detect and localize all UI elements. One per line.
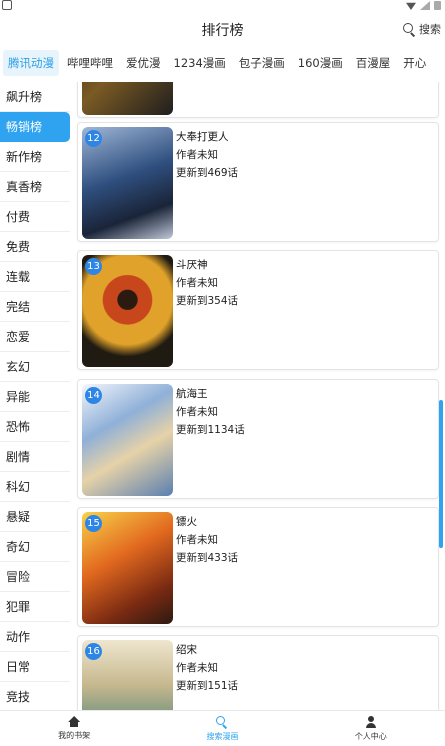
category-item[interactable]: 免费	[0, 232, 70, 262]
comic-cover	[82, 82, 173, 115]
page-title: 排行榜	[201, 23, 244, 39]
category-item[interactable]: 畅销榜	[0, 112, 70, 142]
comic-cover: 12	[82, 127, 173, 239]
nav-label: 搜索漫画	[206, 731, 239, 741]
tab-source[interactable]: 开心	[398, 50, 431, 76]
battery-icon	[434, 1, 441, 10]
rank-badge: 14	[85, 387, 102, 404]
category-item[interactable]: 竞技	[0, 682, 70, 710]
source-tabs: 腾讯动漫 哔哩哔哩 爱优漫 1234漫画 包子漫画 160漫画 百漫屋 开心	[0, 48, 445, 78]
category-item[interactable]: 奇幻	[0, 532, 70, 562]
category-item[interactable]: 真香榜	[0, 172, 70, 202]
status-icons	[406, 1, 441, 10]
category-item[interactable]: 日常	[0, 652, 70, 682]
category-item[interactable]: 冒险	[0, 562, 70, 592]
scrollbar-thumb[interactable]	[439, 400, 443, 548]
comic-card[interactable]: 14 航海王 作者未知 更新到1134话	[77, 379, 439, 499]
category-item[interactable]: 异能	[0, 382, 70, 412]
comic-cover: 15	[82, 512, 173, 624]
rank-badge: 12	[85, 130, 102, 147]
comic-card[interactable]: 13 斗厌神 作者未知 更新到354话	[77, 250, 439, 370]
category-item[interactable]: 恐怖	[0, 412, 70, 442]
comic-update: 更新到469话	[176, 167, 239, 179]
comic-card[interactable]	[77, 82, 439, 118]
comic-title: 斗厌神	[176, 259, 208, 271]
comic-update: 更新到1134话	[176, 424, 245, 436]
rank-badge: 16	[85, 643, 102, 660]
comic-title: 镖火	[176, 516, 197, 528]
comic-author: 作者未知	[176, 534, 218, 546]
notification-icon	[2, 0, 12, 10]
category-item[interactable]: 新作榜	[0, 142, 70, 172]
tab-source[interactable]: 百漫屋	[351, 50, 396, 76]
tab-source[interactable]: 160漫画	[293, 50, 348, 76]
tab-source[interactable]: 1234漫画	[169, 50, 231, 76]
search-icon	[216, 715, 228, 728]
nav-search[interactable]: 搜索漫画	[148, 711, 296, 746]
comic-update: 更新到151话	[176, 680, 239, 692]
rank-badge: 15	[85, 515, 102, 532]
search-icon	[403, 22, 416, 36]
person-icon	[365, 715, 377, 728]
category-item[interactable]: 剧情	[0, 442, 70, 472]
category-item[interactable]: 犯罪	[0, 592, 70, 622]
comic-author: 作者未知	[176, 406, 218, 418]
search-button[interactable]: 搜索	[403, 21, 441, 37]
comic-cover: 14	[82, 384, 173, 496]
comic-title: 航海王	[176, 388, 208, 400]
comic-cover: 16	[82, 640, 173, 710]
nav-label: 我的书架	[58, 731, 91, 740]
tab-source[interactable]: 哔哩哔哩	[62, 50, 118, 76]
category-sidebar: 飙升榜 畅销榜 新作榜 真香榜 付费 免费 连载 完结 恋爱 玄幻 异能 恐怖 …	[0, 82, 70, 710]
wifi-icon	[406, 2, 416, 10]
comic-card[interactable]: 16 绍宋 作者未知 更新到151话	[77, 635, 439, 710]
comic-title: 大奉打更人	[176, 131, 229, 143]
category-item[interactable]: 悬疑	[0, 502, 70, 532]
tab-source[interactable]: 腾讯动漫	[3, 50, 59, 76]
comic-author: 作者未知	[176, 149, 218, 161]
nav-bookshelf[interactable]: 我的书架	[0, 711, 148, 746]
signal-icon	[420, 1, 430, 10]
comic-author: 作者未知	[176, 277, 218, 289]
nav-label: 个人中心	[354, 731, 387, 741]
category-item[interactable]: 完结	[0, 292, 70, 322]
nav-profile[interactable]: 个人中心	[297, 711, 445, 746]
comic-cover: 13	[82, 255, 173, 367]
comic-list: 12 大奉打更人 作者未知 更新到469话 13 斗厌神 作者未知 更新到354…	[73, 82, 445, 710]
comic-card[interactable]: 12 大奉打更人 作者未知 更新到469话	[77, 122, 439, 242]
comic-update: 更新到433话	[176, 552, 239, 564]
category-item[interactable]: 动作	[0, 622, 70, 652]
category-item[interactable]: 付费	[0, 202, 70, 232]
comic-update: 更新到354话	[176, 295, 239, 307]
category-item[interactable]: 科幻	[0, 472, 70, 502]
comic-card[interactable]: 15 镖火 作者未知 更新到433话	[77, 507, 439, 627]
status-bar	[0, 0, 445, 14]
search-label: 搜索	[419, 23, 441, 36]
tab-source[interactable]: 包子漫画	[234, 50, 290, 76]
bottom-nav: 我的书架 搜索漫画 个人中心	[0, 710, 445, 746]
header: 排行榜 搜索	[0, 14, 445, 46]
home-icon	[68, 716, 80, 727]
category-item[interactable]: 飙升榜	[0, 82, 70, 112]
rank-badge: 13	[85, 258, 102, 275]
category-item[interactable]: 玄幻	[0, 352, 70, 382]
comic-author: 作者未知	[176, 662, 218, 674]
category-item[interactable]: 连载	[0, 262, 70, 292]
comic-title: 绍宋	[176, 644, 197, 656]
category-item[interactable]: 恋爱	[0, 322, 70, 352]
tab-source[interactable]: 爱优漫	[121, 50, 166, 76]
